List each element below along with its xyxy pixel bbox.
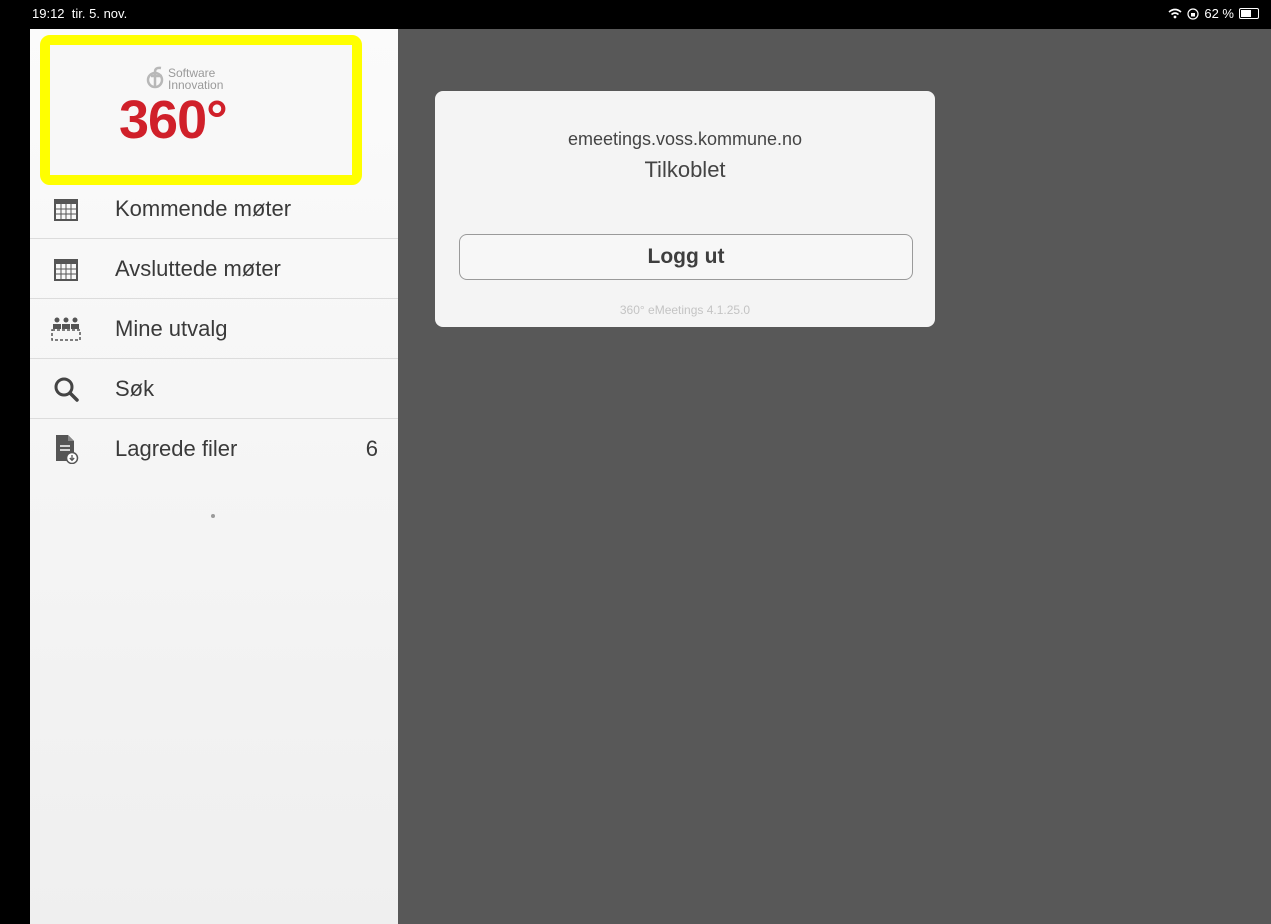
sidebar-item-label: Lagrede filer [115,436,238,461]
status-time-date: 19:12 tir. 5. nov. [32,6,127,21]
status-date: tir. 5. nov. [71,6,128,21]
status-time: 19:12 [32,6,65,21]
sidebar-item-kommende-moter[interactable]: Kommende møter [30,179,398,239]
sidebar-item-label: Avsluttede møter [115,256,281,281]
sidebar-item-label: Kommende møter [115,196,292,221]
software-innovation-logo-icon [146,66,164,89]
search-icon [50,373,82,405]
wifi-icon [1168,8,1182,19]
orientation-lock-icon [1187,7,1199,20]
calendar-icon [50,193,82,225]
sidebar-item-avsluttede-moter[interactable]: Avsluttede møter [30,239,398,299]
status-indicators: 62 % [1168,6,1259,21]
logo-360: 360° [119,90,228,150]
saved-files-count: 6 [365,436,378,461]
logout-button[interactable]: Logg ut [459,234,913,280]
sidebar: Software Innovation 360° Kommende møter [30,29,398,924]
battery-icon [1239,8,1259,19]
connection-card: emeetings.voss.kommune.no Tilkoblet Logg… [435,91,935,327]
sidebar-item-label: Søk [115,376,155,401]
saved-file-icon [50,433,82,465]
calendar-icon [50,253,82,285]
sidebar-item-mine-utvalg[interactable]: Mine utvalg [30,299,398,359]
sidebar-menu: Kommende møter Avsluttede møter Mine utv… [30,179,398,479]
committee-icon [50,313,82,345]
logo-highlight: Software Innovation 360° [40,35,362,185]
status-bar: 19:12 tir. 5. nov. 62 % [0,0,1271,29]
sidebar-item-label: Mine utvalg [115,316,228,341]
sidebar-item-lagrede-filer[interactable]: Lagrede filer 6 [30,419,398,479]
connection-status: Tilkoblet [644,157,726,182]
sidebar-item-sok[interactable]: Søk [30,359,398,419]
server-address: emeetings.voss.kommune.no [567,129,803,149]
app-version: 360° eMeetings 4.1.25.0 [619,303,751,317]
battery-percent: 62 % [1204,6,1234,21]
main-content: emeetings.voss.kommune.no Tilkoblet Logg… [398,29,1271,924]
page-indicator-dot [211,514,215,518]
